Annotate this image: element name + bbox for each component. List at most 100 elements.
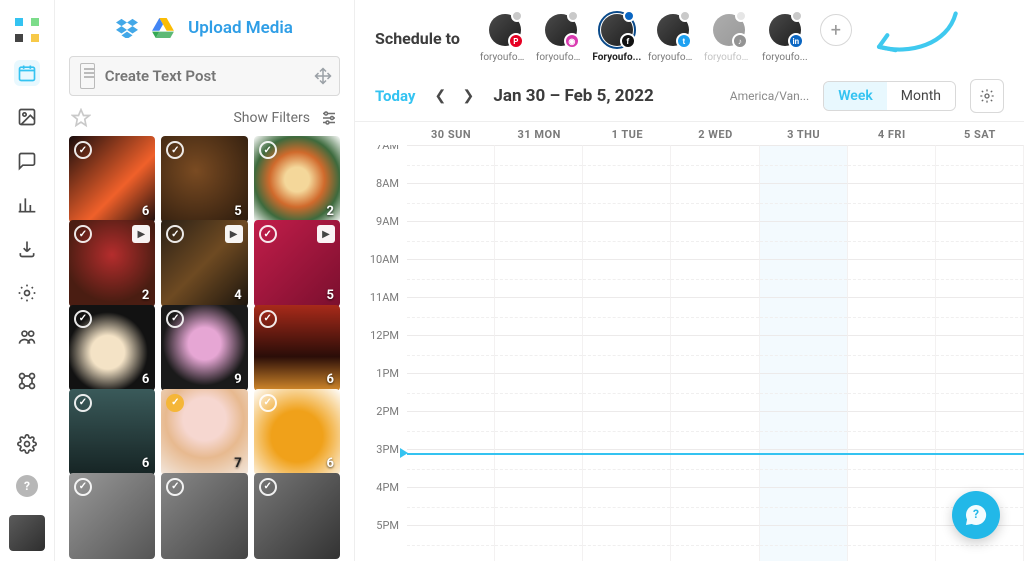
- select-icon[interactable]: [259, 394, 277, 412]
- media-tile[interactable]: ▶: [161, 473, 247, 559]
- calendar-slot[interactable]: [760, 373, 848, 411]
- social-account[interactable]: ◉foryoufoo...: [536, 14, 586, 63]
- calendar-slot[interactable]: [936, 297, 1024, 335]
- select-icon[interactable]: [74, 394, 92, 412]
- media-tile[interactable]: ▶5: [254, 220, 340, 306]
- media-tile[interactable]: ▶: [69, 473, 155, 559]
- media-tile[interactable]: ▶4: [161, 220, 247, 306]
- media-tile[interactable]: ▶7: [161, 389, 247, 475]
- calendar-slot[interactable]: [848, 335, 936, 373]
- calendar-slot[interactable]: [671, 335, 759, 373]
- next-week-button[interactable]: ❯: [457, 85, 479, 107]
- view-week-button[interactable]: Week: [824, 82, 887, 110]
- add-account-button[interactable]: +: [820, 14, 852, 46]
- calendar-slot[interactable]: [583, 335, 671, 373]
- filter-icon[interactable]: [320, 109, 338, 127]
- calendar-slot[interactable]: [760, 411, 848, 449]
- calendar-slot[interactable]: [760, 183, 848, 221]
- create-text-post[interactable]: [69, 56, 340, 96]
- social-account[interactable]: ♪foryoufoo...: [704, 14, 754, 63]
- calendar-slot[interactable]: [407, 373, 495, 411]
- media-tile[interactable]: ▶6: [254, 389, 340, 475]
- calendar-slot[interactable]: [407, 525, 495, 561]
- calendar-slot[interactable]: [407, 297, 495, 335]
- calendar-slot[interactable]: [495, 297, 583, 335]
- select-icon[interactable]: [259, 225, 277, 243]
- nav-settings[interactable]: [14, 431, 40, 457]
- calendar-slot[interactable]: [760, 221, 848, 259]
- select-icon[interactable]: [166, 310, 184, 328]
- timezone-label[interactable]: America/Van...: [730, 89, 809, 103]
- media-tile[interactable]: ▶2: [254, 136, 340, 222]
- calendar-slot[interactable]: [671, 145, 759, 183]
- social-account[interactable]: tforyoufoo...: [648, 14, 698, 63]
- select-icon[interactable]: [74, 225, 92, 243]
- drag-handle-icon[interactable]: [314, 61, 333, 91]
- calendar-slot[interactable]: [760, 525, 848, 561]
- select-icon[interactable]: [259, 310, 277, 328]
- social-account[interactable]: Pforyoufoo...: [480, 14, 530, 63]
- media-tile[interactable]: ▶6: [69, 136, 155, 222]
- calendar-slot[interactable]: [936, 259, 1024, 297]
- calendar-slot[interactable]: [407, 259, 495, 297]
- calendar-slot[interactable]: [495, 145, 583, 183]
- select-icon[interactable]: [74, 310, 92, 328]
- calendar-slot[interactable]: [936, 221, 1024, 259]
- calendar-slot[interactable]: [671, 373, 759, 411]
- calendar-slot[interactable]: [583, 183, 671, 221]
- media-tile[interactable]: ▶5: [161, 136, 247, 222]
- calendar-slot[interactable]: [495, 373, 583, 411]
- show-filters-label[interactable]: Show Filters: [233, 110, 310, 126]
- calendar-slot[interactable]: [760, 145, 848, 183]
- calendar-slot[interactable]: [583, 259, 671, 297]
- calendar-slot[interactable]: [671, 259, 759, 297]
- calendar-slot[interactable]: [495, 183, 583, 221]
- nav-calendar[interactable]: [14, 60, 40, 86]
- calendar-slot[interactable]: [671, 487, 759, 525]
- calendar-slot[interactable]: [583, 487, 671, 525]
- nav-linkinbio[interactable]: [14, 280, 40, 306]
- calendar-slot[interactable]: [936, 183, 1024, 221]
- nav-collect[interactable]: [14, 236, 40, 262]
- calendar-slot[interactable]: [848, 487, 936, 525]
- nav-media[interactable]: [14, 104, 40, 130]
- calendar-slot[interactable]: [760, 297, 848, 335]
- calendar-slot[interactable]: [848, 221, 936, 259]
- select-icon[interactable]: [259, 141, 277, 159]
- calendar-slot[interactable]: [583, 373, 671, 411]
- calendar-slot[interactable]: [583, 145, 671, 183]
- calendar-slot[interactable]: [848, 259, 936, 297]
- calendar-slot[interactable]: [407, 221, 495, 259]
- calendar-slot[interactable]: [848, 145, 936, 183]
- calendar-slot[interactable]: [671, 411, 759, 449]
- calendar-slot[interactable]: [936, 335, 1024, 373]
- calendar-slot[interactable]: [495, 525, 583, 561]
- calendar-settings-button[interactable]: [970, 79, 1004, 113]
- upload-media-row[interactable]: Upload Media: [69, 18, 340, 38]
- calendar-slot[interactable]: [495, 335, 583, 373]
- calendar-slot[interactable]: [671, 525, 759, 561]
- calendar-slot[interactable]: [583, 525, 671, 561]
- calendar-slot[interactable]: [407, 487, 495, 525]
- calendar-slot[interactable]: [407, 411, 495, 449]
- calendar-slot[interactable]: [583, 411, 671, 449]
- media-tile[interactable]: ▶2: [69, 220, 155, 306]
- media-tile[interactable]: ▶: [254, 473, 340, 559]
- calendar-slot[interactable]: [671, 183, 759, 221]
- select-icon[interactable]: [166, 478, 184, 496]
- calendar-slot[interactable]: [495, 221, 583, 259]
- calendar-slot[interactable]: [936, 411, 1024, 449]
- media-tile[interactable]: ▶6: [69, 389, 155, 475]
- nav-conversations[interactable]: [14, 148, 40, 174]
- calendar-slot[interactable]: [407, 145, 495, 183]
- calendar-grid[interactable]: 7AM8AM9AM10AM11AM12PM1PM2PM3PM4PM5PM: [355, 145, 1024, 561]
- calendar-slot[interactable]: [760, 335, 848, 373]
- social-account[interactable]: fForyoufo...: [592, 14, 642, 63]
- create-post-input[interactable]: [105, 67, 304, 85]
- select-icon[interactable]: [166, 394, 184, 412]
- calendar-slot[interactable]: [936, 373, 1024, 411]
- calendar-slot[interactable]: [760, 259, 848, 297]
- calendar-slot[interactable]: [848, 525, 936, 561]
- select-icon[interactable]: [74, 141, 92, 159]
- calendar-slot[interactable]: [495, 411, 583, 449]
